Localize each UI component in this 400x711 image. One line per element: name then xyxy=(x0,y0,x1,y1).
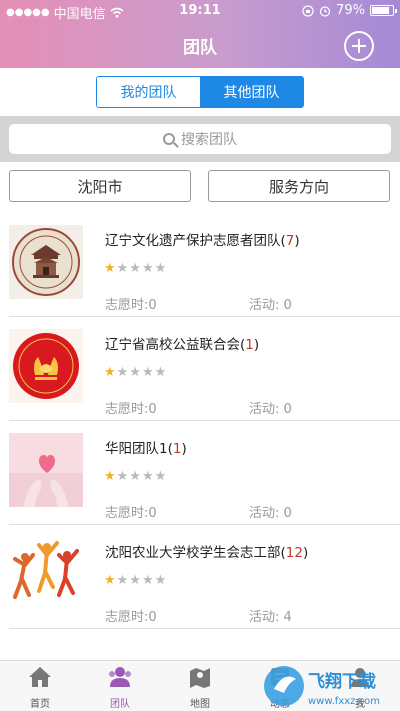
tab-home-label: 首页 xyxy=(30,699,50,710)
city-filter-button[interactable]: 沈阳市 xyxy=(9,170,191,202)
rotation-lock-icon xyxy=(302,4,314,17)
team-avatar-seal xyxy=(9,225,83,299)
team-row[interactable]: 华阳团队1(1) ★★★★★ 志愿时:0 活动: 0 xyxy=(0,421,400,525)
team-name: 辽宁文化遗产保护志愿者团队(7) xyxy=(105,233,300,249)
volunteer-hours: 志愿时:0 xyxy=(105,298,157,313)
tab-other-teams[interactable]: 其他团队 xyxy=(200,77,303,107)
team-icon xyxy=(109,667,131,687)
volunteer-hours: 志愿时:0 xyxy=(105,506,157,521)
watermark-url: www.fxxz.com xyxy=(308,696,380,707)
team-name: 辽宁省高校公益联合会(1) xyxy=(105,337,260,353)
team-name: 华阳团队1(1) xyxy=(105,441,187,457)
map-icon xyxy=(190,668,210,688)
activity-count: 活动: 0 xyxy=(249,402,292,417)
team-name: 沈阳农业大学校学生会志工部(12) xyxy=(105,545,309,561)
alarm-icon xyxy=(319,5,331,17)
battery-icon xyxy=(370,5,397,16)
search-input[interactable]: 搜索团队 xyxy=(9,124,391,154)
tab-map[interactable]: 地图 xyxy=(160,665,240,710)
watermark-logo: 飞翔下载 www.fxxz.com xyxy=(264,666,380,707)
search-bar: 搜索团队 xyxy=(0,116,400,162)
team-avatar-red-logo xyxy=(9,329,83,403)
volunteer-hours: 志愿时:0 xyxy=(105,402,157,417)
battery-percent: 79% xyxy=(336,3,365,18)
team-avatar-jumping-people xyxy=(9,537,83,611)
activity-count: 活动: 0 xyxy=(249,298,292,313)
row-divider xyxy=(9,628,400,629)
status-bar: ●●●●● 中国电信 19:11 79% xyxy=(0,0,400,22)
rating-stars: ★★★★★ xyxy=(104,261,168,276)
filter-bar: 沈阳市 服务方向 xyxy=(0,170,400,204)
rating-stars: ★★★★★ xyxy=(104,573,168,588)
member-count: 1 xyxy=(172,441,182,457)
page-title: 团队 xyxy=(183,38,217,58)
tab-team-label: 团队 xyxy=(110,699,130,710)
member-count: 1 xyxy=(245,337,254,353)
direction-filter-button[interactable]: 服务方向 xyxy=(208,170,390,202)
tab-my-teams[interactable]: 我的团队 xyxy=(97,77,200,107)
tab-home[interactable]: 首页 xyxy=(0,665,80,710)
home-icon xyxy=(29,667,51,687)
rating-stars: ★★★★★ xyxy=(104,365,168,380)
add-team-button[interactable] xyxy=(344,31,374,61)
team-segment-control: 我的团队 其他团队 xyxy=(96,76,304,108)
team-row[interactable]: 沈阳农业大学校学生会志工部(12) ★★★★★ 志愿时:0 活动: 4 xyxy=(0,525,400,629)
tab-team[interactable]: 团队 xyxy=(80,665,160,710)
search-placeholder: 搜索团队 xyxy=(181,132,237,148)
team-avatar-pink-heart xyxy=(9,433,83,507)
rating-stars: ★★★★★ xyxy=(104,469,168,484)
tab-map-label: 地图 xyxy=(190,699,210,710)
activity-count: 活动: 0 xyxy=(249,506,292,521)
volunteer-hours: 志愿时:0 xyxy=(105,610,157,625)
watermark-brand: 飞翔下载 xyxy=(308,671,376,692)
member-count: 7 xyxy=(285,233,295,249)
team-row[interactable]: 辽宁文化遗产保护志愿者团队(7) ★★★★★ 志愿时:0 活动: 0 xyxy=(0,213,400,317)
activity-count: 活动: 4 xyxy=(249,610,292,625)
member-count: 12 xyxy=(285,545,303,561)
app-header: ●●●●● 中国电信 19:11 79% 团队 xyxy=(0,0,400,68)
team-row[interactable]: 辽宁省高校公益联合会(1) ★★★★★ 志愿时:0 活动: 0 xyxy=(0,317,400,421)
search-icon xyxy=(163,133,175,145)
status-right: 79% xyxy=(302,3,397,18)
